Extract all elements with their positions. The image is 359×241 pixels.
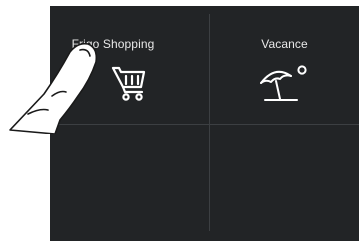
- scenario-grid-panel: Frigo Shopping Vacance: [50, 6, 359, 241]
- tile-vacance[interactable]: Vacance: [210, 6, 359, 122]
- grid-divider-horizontal: [50, 124, 359, 125]
- tile-empty-bottom-left[interactable]: [50, 125, 204, 241]
- tile-label: Frigo Shopping: [71, 37, 155, 51]
- screen: Frigo Shopping Vacance: [0, 0, 359, 241]
- shopping-cart-icon: [111, 66, 146, 101]
- tile-empty-bottom-right[interactable]: [210, 125, 359, 241]
- tile-label: Vacance: [261, 37, 308, 51]
- tile-frigo-shopping[interactable]: Frigo Shopping: [50, 6, 204, 122]
- grid-divider-vertical: [209, 14, 210, 231]
- beach-umbrella-sun-icon: [260, 65, 307, 101]
